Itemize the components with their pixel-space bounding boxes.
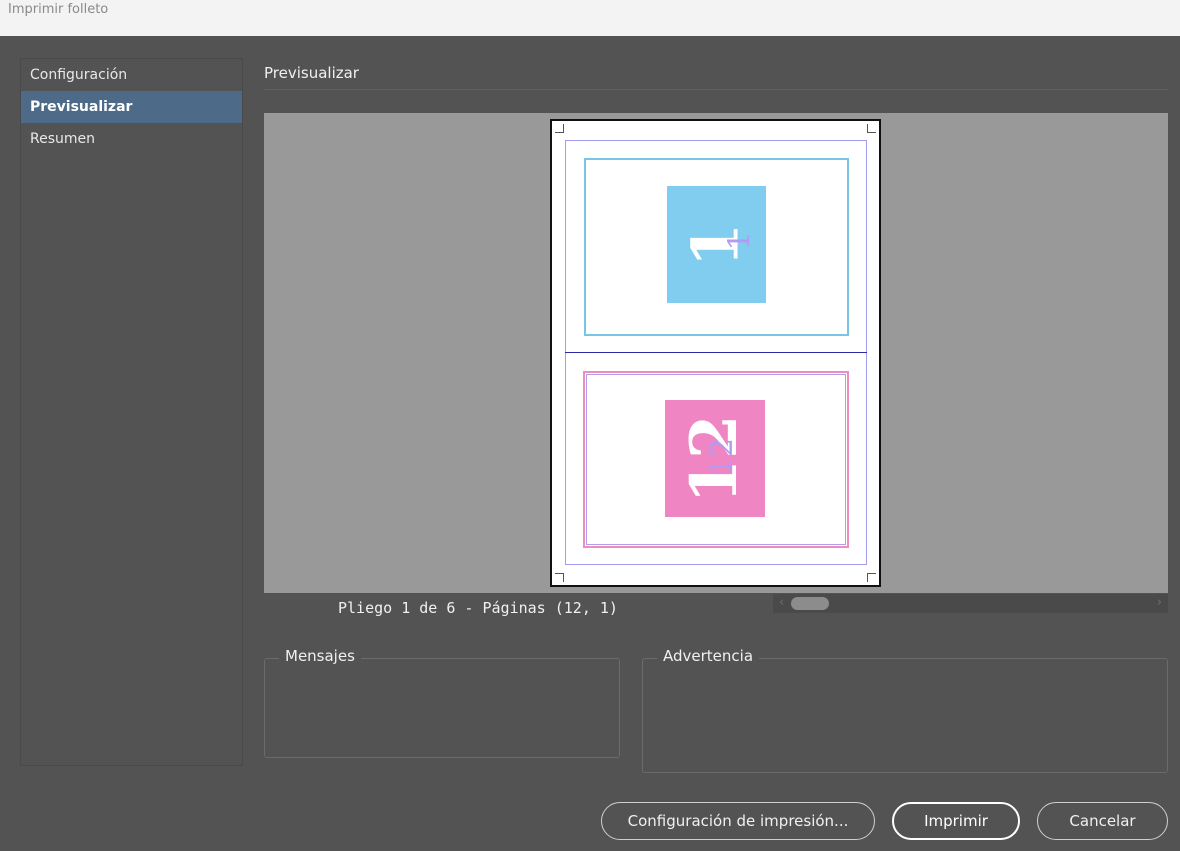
window-title: Imprimir folleto: [8, 2, 109, 17]
fold-line: [565, 352, 867, 353]
crop-mark-top-right: [867, 124, 876, 133]
window-title-bar: Imprimir folleto: [0, 0, 1180, 36]
page-thumbnail-top: 1 1: [667, 186, 766, 303]
section-title: Previsualizar: [264, 64, 359, 82]
print-settings-button[interactable]: Configuración de impresión...: [601, 802, 875, 840]
crop-mark-bottom-right: [867, 573, 876, 582]
scroll-left-icon[interactable]: ‹: [779, 595, 784, 610]
page-number-bottom-overlay: 12: [705, 437, 740, 477]
crop-mark-bottom-left: [555, 573, 564, 582]
cancel-button[interactable]: Cancelar: [1037, 802, 1168, 840]
print-button[interactable]: Imprimir: [892, 802, 1020, 840]
crop-mark-top-left: [555, 124, 564, 133]
print-booklet-dialog: Configuración Previsualizar Resumen Prev…: [0, 36, 1180, 851]
sidebar-item-resumen[interactable]: Resumen: [21, 123, 242, 155]
section-divider: [264, 89, 1168, 90]
scroll-thumb[interactable]: [791, 597, 829, 610]
sidebar-item-previsualizar[interactable]: Previsualizar: [21, 91, 242, 123]
preview-scrollbar[interactable]: ‹ ›: [773, 594, 1168, 613]
sidebar-nav: Configuración Previsualizar Resumen: [20, 58, 243, 766]
messages-title: Mensajes: [279, 647, 361, 665]
spread-label: Pliego 1 de 6 - Páginas (12, 1): [338, 599, 618, 617]
page-number-top-overlay: 1: [722, 231, 758, 251]
spread-sheet: 1 1 12 12: [550, 119, 881, 587]
messages-panel: Mensajes: [264, 647, 620, 758]
preview-area[interactable]: 1 1 12 12: [264, 113, 1168, 593]
sidebar-item-configuracion[interactable]: Configuración: [21, 59, 242, 91]
warning-title: Advertencia: [657, 647, 760, 665]
page-thumbnail-bottom: 12 12: [665, 400, 765, 517]
warning-panel: Advertencia: [642, 647, 1168, 773]
scroll-right-icon[interactable]: ›: [1157, 595, 1162, 610]
